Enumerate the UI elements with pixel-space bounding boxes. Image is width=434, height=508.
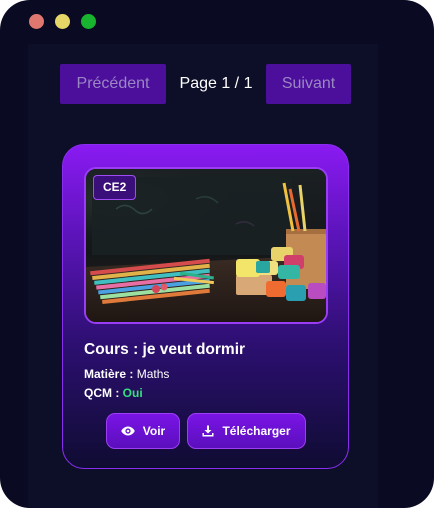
view-button[interactable]: Voir [106, 413, 180, 449]
eye-icon [121, 426, 135, 436]
subject-value: Maths [136, 367, 170, 381]
maximize-window-button[interactable] [81, 14, 96, 29]
download-button-label: Télécharger [222, 424, 291, 438]
window-controls [29, 14, 96, 29]
pagination: Précédent Page 1 / 1 Suivant [60, 64, 351, 104]
course-title: Cours : je veut dormir [84, 341, 246, 358]
close-window-button[interactable] [29, 14, 44, 29]
subject-line: Matière : Maths [84, 367, 169, 381]
minimize-window-button[interactable] [55, 14, 70, 29]
level-badge: CE2 [93, 175, 137, 200]
app-window: Précédent Page 1 / 1 Suivant CE2 Cours:… [0, 0, 434, 508]
qcm-line: QCM : Oui [84, 386, 143, 400]
download-icon [202, 425, 214, 437]
previous-page-button[interactable]: Précédent [60, 64, 166, 104]
subject-label: Matière : [84, 367, 134, 381]
course-card: CE2 Cours : je veut dormir Matière : Mat… [62, 144, 349, 469]
qcm-value: Oui [122, 386, 143, 400]
next-page-button[interactable]: Suivant [266, 64, 351, 104]
qcm-label: QCM : [84, 386, 120, 400]
page-indicator: Page 1 / 1 [179, 75, 253, 92]
download-button[interactable]: Télécharger [187, 413, 306, 449]
view-button-label: Voir [142, 424, 166, 438]
course-thumbnail: CE2 [84, 167, 328, 324]
